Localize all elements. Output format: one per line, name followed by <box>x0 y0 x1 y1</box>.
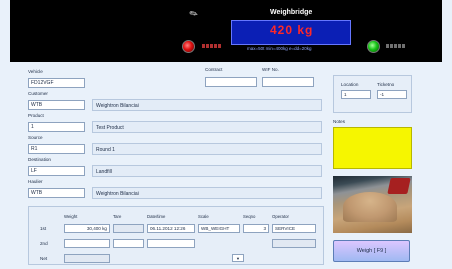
haulier-label: Haulier <box>28 179 43 184</box>
row-label-1st: 1st <box>40 226 47 231</box>
first-tare-field[interactable] <box>113 224 144 233</box>
customer-label: Customer <box>28 91 48 96</box>
weight-value: 420 kg <box>270 23 314 37</box>
contract-field[interactable] <box>205 77 257 87</box>
first-datetime-field[interactable]: 06.11.2012 12:26 <box>147 224 195 233</box>
header-tare: Tare <box>113 214 122 219</box>
first-operator-field[interactable]: SERVICE <box>272 224 316 233</box>
haulier-code-field[interactable]: WTB <box>28 188 85 198</box>
weighbridge-status: max=50t min=400kg e=dd=20kg <box>247 46 312 51</box>
customer-code-field[interactable]: WTB <box>28 100 85 110</box>
wif-no-label: WIF No. <box>262 67 279 72</box>
second-weight-field[interactable] <box>64 239 110 248</box>
product-code-field[interactable]: 1 <box>28 122 85 132</box>
weighbridge-app: ✎ Weighbridge 420 kg max=50t min=400kg e… <box>0 0 452 269</box>
led-indicator-left <box>202 44 221 48</box>
material-pile <box>343 192 397 222</box>
source-label: Source <box>28 135 43 140</box>
second-operator-field[interactable] <box>272 239 316 248</box>
red-light-icon <box>182 40 195 53</box>
product-name: Test Product <box>92 121 322 133</box>
vehicle-field[interactable]: FD12VGF <box>28 78 85 88</box>
header-datetime: Date/time <box>147 214 166 219</box>
destination-name: Landfill <box>92 165 322 177</box>
second-tare-field[interactable] <box>113 239 144 248</box>
green-light-icon <box>367 40 380 53</box>
location-label: Location <box>341 82 359 87</box>
second-datetime-field[interactable] <box>147 239 195 248</box>
haulier-name: Weightron Bilanciai <box>92 187 322 199</box>
excavator-bucket <box>387 178 411 194</box>
weighbridge-title: Weighbridge <box>270 9 313 16</box>
first-scale-field[interactable]: WB_WEIGHT <box>198 224 240 233</box>
row-label-net: Net <box>40 256 48 261</box>
wif-no-field[interactable] <box>262 77 314 87</box>
source-code-field[interactable]: R1 <box>28 144 85 154</box>
weigh-button[interactable]: Weigh [ F9 ] <box>333 240 410 262</box>
destination-code-field[interactable]: LF <box>28 166 85 176</box>
first-weight-field[interactable]: 30,400 kg <box>64 224 110 233</box>
net-weight-field[interactable] <box>64 254 110 263</box>
weighbridge-header <box>10 0 442 62</box>
led-indicator-right <box>386 44 405 48</box>
load-photo <box>333 176 412 233</box>
ticketno-field[interactable]: -1 <box>377 90 407 99</box>
header-scale: Scale <box>198 214 209 219</box>
product-label: Product <box>28 113 44 118</box>
header-weight: Weight <box>64 214 78 219</box>
header-seqno: Seqno <box>243 214 256 219</box>
customer-name: Weightron Bilanciai <box>92 99 322 111</box>
first-seqno-field[interactable]: 3 <box>243 224 269 233</box>
destination-label: Destination <box>28 157 51 162</box>
header-operator: Operator <box>272 214 289 219</box>
notes-field[interactable] <box>333 127 412 169</box>
net-select-dropdown[interactable]: ▼ <box>232 254 244 262</box>
contract-label: Contract <box>205 67 223 72</box>
notes-label: Notes <box>333 119 346 124</box>
row-label-2nd: 2nd <box>40 241 48 246</box>
vehicle-label: Vehicle <box>28 69 43 74</box>
source-name: Round 1 <box>92 143 322 155</box>
location-field[interactable]: 1 <box>341 90 371 99</box>
ticketno-label: Ticketno <box>377 82 395 87</box>
